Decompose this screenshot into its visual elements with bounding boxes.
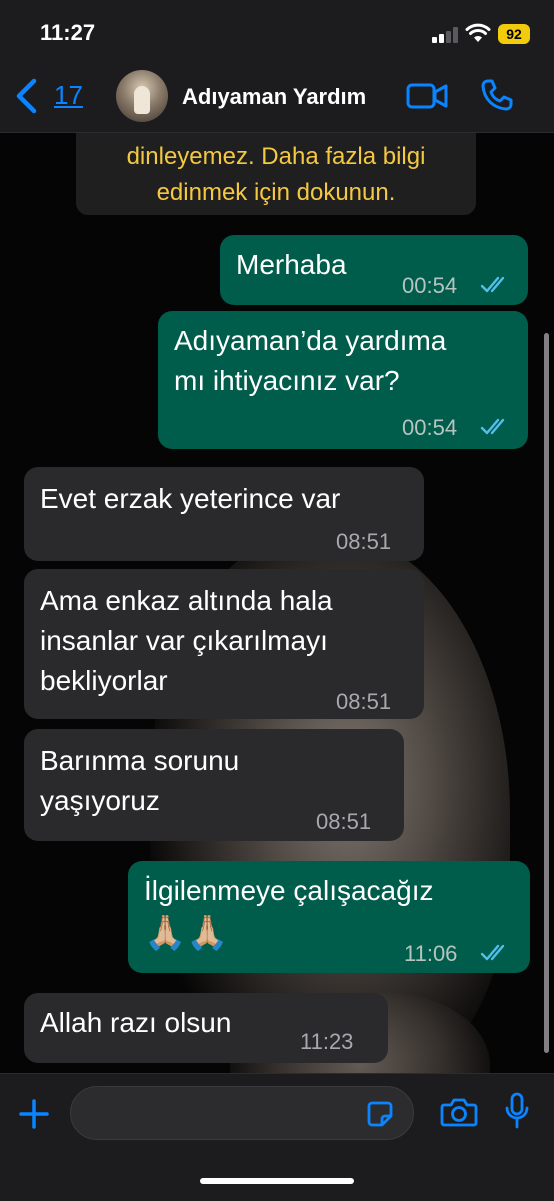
message-bubble-incoming[interactable]: Evet erzak yeterince var 08:51 <box>24 467 424 561</box>
message-bubble-incoming[interactable]: Barınma sorunu yaşıyoruz 08:51 <box>24 729 404 841</box>
message-text: Ama enkaz altında hala insanlar var çıka… <box>40 585 333 696</box>
message-time: 11:23 <box>300 1029 354 1054</box>
message-time: 00:54 <box>402 415 458 440</box>
battery-indicator: 92 <box>498 24 530 44</box>
message-text: İlgilenmeye çalışacağız <box>144 875 434 906</box>
read-receipt-icon <box>480 276 505 293</box>
message-text: Barınma sorunu yaşıyoruz <box>40 745 240 816</box>
phone-icon[interactable] <box>480 78 514 112</box>
sticker-icon[interactable] <box>366 1100 394 1128</box>
home-indicator[interactable] <box>200 1178 354 1184</box>
contact-avatar[interactable] <box>116 70 168 122</box>
read-receipt-icon <box>480 944 505 961</box>
read-receipt-icon <box>480 418 505 435</box>
message-time: 08:51 <box>316 809 372 834</box>
folded-hands-emoji: 🙏🏼🙏🏼 <box>144 914 229 952</box>
message-bubble-outgoing[interactable]: Merhaba 00:54 <box>220 235 528 305</box>
message-text: Merhaba <box>236 249 347 280</box>
plus-icon[interactable] <box>18 1098 50 1130</box>
message-bubble-outgoing[interactable]: Adıyaman’da yardıma mı ihtiyacınız var? … <box>158 311 528 449</box>
scrollbar[interactable] <box>544 333 549 1053</box>
contact-name[interactable]: Adıyaman Yardım <box>182 84 366 110</box>
message-time: 08:51 <box>336 529 392 554</box>
camera-icon[interactable] <box>440 1096 478 1128</box>
encryption-notice[interactable]: dinleyemez. Daha fazla bilgi edinmek içi… <box>76 133 476 215</box>
message-time: 08:51 <box>336 689 392 714</box>
message-input[interactable] <box>70 1086 414 1140</box>
message-text: Evet erzak yeterince var <box>40 483 341 514</box>
video-camera-icon[interactable] <box>406 82 448 110</box>
message-list[interactable]: dinleyemez. Daha fazla bilgi edinmek içi… <box>0 133 554 1073</box>
back-unread-count[interactable]: 17 <box>54 80 83 111</box>
cellular-signal-icon <box>432 27 460 43</box>
status-bar: 11:27 92 <box>0 0 554 60</box>
message-bubble-incoming[interactable]: Ama enkaz altında hala insanlar var çıka… <box>24 569 424 719</box>
chevron-left-icon[interactable] <box>12 78 42 114</box>
microphone-icon[interactable] <box>504 1092 530 1130</box>
message-time: 00:54 <box>402 273 458 298</box>
message-bubble-incoming[interactable]: Allah razı olsun 11:23 <box>24 993 388 1063</box>
composer-bar <box>0 1073 554 1201</box>
message-bubble-outgoing[interactable]: İlgilenmeye çalışacağız 🙏🏼🙏🏼 11:06 <box>128 861 530 973</box>
message-time: 11:06 <box>404 941 458 966</box>
chat-header: 17 Adıyaman Yardım <box>0 60 554 133</box>
status-time: 11:27 <box>40 20 96 45</box>
message-text: Allah razı olsun <box>40 1007 232 1038</box>
wifi-icon <box>465 23 491 42</box>
message-text: Adıyaman’da yardıma mı ihtiyacınız var? <box>174 325 447 396</box>
